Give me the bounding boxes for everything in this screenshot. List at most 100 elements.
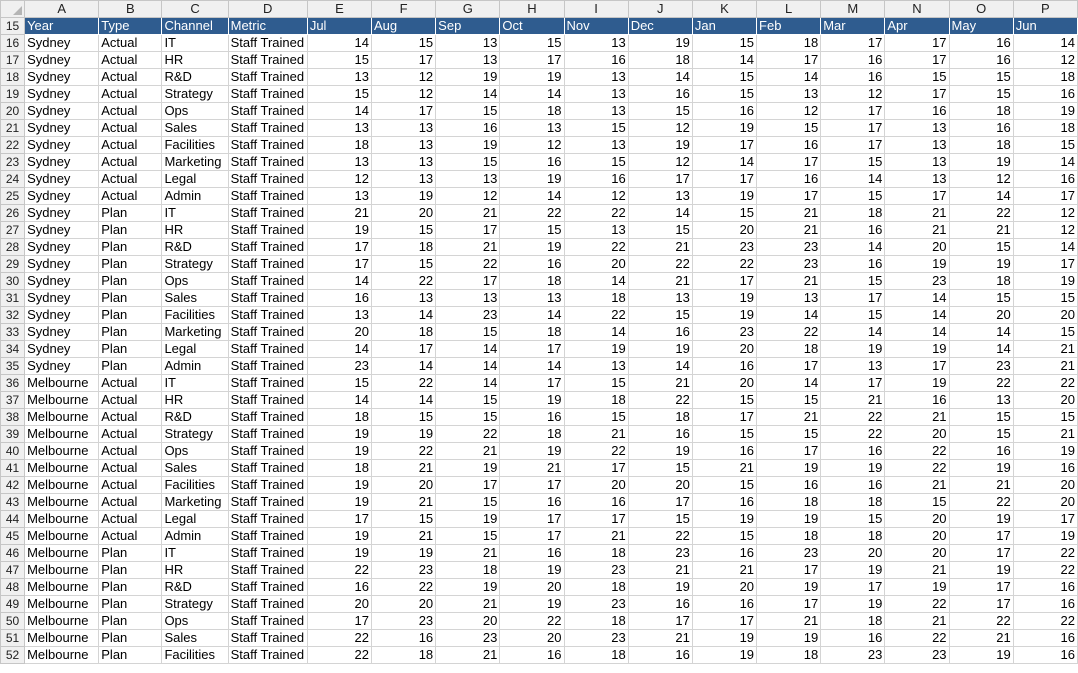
cell[interactable]: 19 bbox=[1012, 102, 1078, 120]
cell[interactable]: 22 bbox=[563, 238, 629, 256]
cell[interactable]: 21 bbox=[1012, 340, 1078, 358]
cell[interactable]: 17 bbox=[691, 612, 758, 630]
cell[interactable]: 19 bbox=[756, 578, 822, 596]
cell[interactable]: 12 bbox=[370, 68, 437, 86]
cell[interactable]: 23 bbox=[756, 238, 822, 256]
header-cell[interactable]: Dec bbox=[627, 17, 693, 35]
cell[interactable]: 19 bbox=[499, 68, 565, 86]
cell[interactable]: 18 bbox=[563, 391, 629, 409]
cell[interactable]: 22 bbox=[1012, 612, 1078, 630]
cell[interactable]: Staff Trained bbox=[227, 170, 308, 188]
cell[interactable]: 18 bbox=[370, 238, 437, 256]
cell[interactable]: Actual bbox=[98, 85, 163, 103]
cell[interactable]: Actual bbox=[98, 187, 163, 205]
cell[interactable]: 15 bbox=[1012, 408, 1078, 426]
cell[interactable]: 17 bbox=[306, 238, 373, 256]
cell[interactable]: 13 bbox=[370, 153, 437, 171]
cell[interactable]: 22 bbox=[306, 561, 373, 579]
cell[interactable]: 21 bbox=[691, 561, 758, 579]
cell[interactable]: Legal bbox=[161, 170, 229, 188]
cell[interactable]: HR bbox=[161, 51, 229, 69]
cell[interactable]: 20 bbox=[820, 544, 886, 562]
cell[interactable]: 12 bbox=[820, 85, 886, 103]
cell[interactable]: Staff Trained bbox=[227, 340, 308, 358]
cell[interactable]: 15 bbox=[1012, 136, 1078, 154]
cell[interactable]: 15 bbox=[627, 221, 693, 239]
cell[interactable]: 20 bbox=[563, 476, 629, 494]
row-number[interactable]: 22 bbox=[0, 136, 26, 154]
cell[interactable]: 19 bbox=[948, 510, 1014, 528]
cell[interactable]: 18 bbox=[499, 323, 565, 341]
cell[interactable]: 20 bbox=[691, 578, 758, 596]
cell[interactable]: 19 bbox=[948, 561, 1014, 579]
column-heading-m[interactable]: M bbox=[820, 0, 886, 18]
cell[interactable]: 14 bbox=[435, 85, 501, 103]
cell[interactable]: 20 bbox=[884, 238, 950, 256]
cell[interactable]: 18 bbox=[756, 34, 822, 52]
cell[interactable]: 12 bbox=[1012, 204, 1078, 222]
cell[interactable]: 13 bbox=[563, 68, 629, 86]
cell[interactable]: R&D bbox=[161, 68, 229, 86]
cell[interactable]: 16 bbox=[691, 595, 758, 613]
cell[interactable]: 13 bbox=[306, 119, 373, 137]
cell[interactable]: 19 bbox=[820, 561, 886, 579]
cell[interactable]: Staff Trained bbox=[227, 425, 308, 443]
header-cell[interactable]: Aug bbox=[370, 17, 437, 35]
cell[interactable]: 14 bbox=[691, 51, 758, 69]
cell[interactable]: 16 bbox=[563, 493, 629, 511]
cell[interactable]: 19 bbox=[884, 340, 950, 358]
cell[interactable]: 19 bbox=[691, 289, 758, 307]
cell[interactable]: Ops bbox=[161, 102, 229, 120]
cell[interactable]: 19 bbox=[756, 629, 822, 647]
cell[interactable]: Staff Trained bbox=[227, 238, 308, 256]
cell[interactable]: 17 bbox=[306, 255, 373, 273]
cell[interactable]: 19 bbox=[306, 425, 373, 443]
cell[interactable]: Actual bbox=[98, 51, 163, 69]
cell[interactable]: 21 bbox=[948, 629, 1014, 647]
cell[interactable]: Staff Trained bbox=[227, 187, 308, 205]
cell[interactable]: 14 bbox=[499, 85, 565, 103]
cell[interactable]: 17 bbox=[756, 153, 822, 171]
column-heading-f[interactable]: F bbox=[370, 0, 437, 18]
row-number[interactable]: 25 bbox=[0, 187, 26, 205]
cell[interactable]: 22 bbox=[563, 442, 629, 460]
cell[interactable]: 19 bbox=[499, 238, 565, 256]
cell[interactable]: 16 bbox=[820, 51, 886, 69]
row-number[interactable]: 50 bbox=[0, 612, 26, 630]
cell[interactable]: 13 bbox=[884, 170, 950, 188]
cell[interactable]: 15 bbox=[756, 391, 822, 409]
cell[interactable]: 18 bbox=[563, 578, 629, 596]
cell[interactable]: 19 bbox=[948, 255, 1014, 273]
cell[interactable]: 21 bbox=[306, 204, 373, 222]
cell[interactable]: Plan bbox=[98, 357, 163, 375]
cell[interactable]: 15 bbox=[435, 153, 501, 171]
cell[interactable]: 21 bbox=[884, 476, 950, 494]
column-heading-g[interactable]: G bbox=[435, 0, 501, 18]
row-number[interactable]: 21 bbox=[0, 119, 26, 137]
cell[interactable]: 13 bbox=[435, 51, 501, 69]
cell[interactable]: 18 bbox=[306, 408, 373, 426]
cell[interactable]: 17 bbox=[820, 578, 886, 596]
cell[interactable]: 15 bbox=[435, 527, 501, 545]
cell[interactable]: Staff Trained bbox=[227, 85, 308, 103]
cell[interactable]: Actual bbox=[98, 136, 163, 154]
cell[interactable]: 17 bbox=[820, 102, 886, 120]
cell[interactable]: Staff Trained bbox=[227, 221, 308, 239]
cell[interactable]: Plan bbox=[98, 578, 163, 596]
cell[interactable]: 18 bbox=[306, 136, 373, 154]
cell[interactable]: 22 bbox=[1012, 561, 1078, 579]
cell[interactable]: 18 bbox=[1012, 68, 1078, 86]
cell[interactable]: 19 bbox=[948, 153, 1014, 171]
cell[interactable]: 16 bbox=[435, 119, 501, 137]
cell[interactable]: 17 bbox=[563, 459, 629, 477]
cell[interactable]: 17 bbox=[691, 170, 758, 188]
cell[interactable]: 13 bbox=[499, 119, 565, 137]
cell[interactable]: 16 bbox=[756, 136, 822, 154]
cell[interactable]: Plan bbox=[98, 221, 163, 239]
cell[interactable]: 17 bbox=[884, 85, 950, 103]
cell[interactable]: 19 bbox=[306, 493, 373, 511]
cell[interactable]: 19 bbox=[691, 629, 758, 647]
cell[interactable]: 15 bbox=[435, 493, 501, 511]
cell[interactable]: 19 bbox=[884, 255, 950, 273]
cell[interactable]: 21 bbox=[1012, 357, 1078, 375]
